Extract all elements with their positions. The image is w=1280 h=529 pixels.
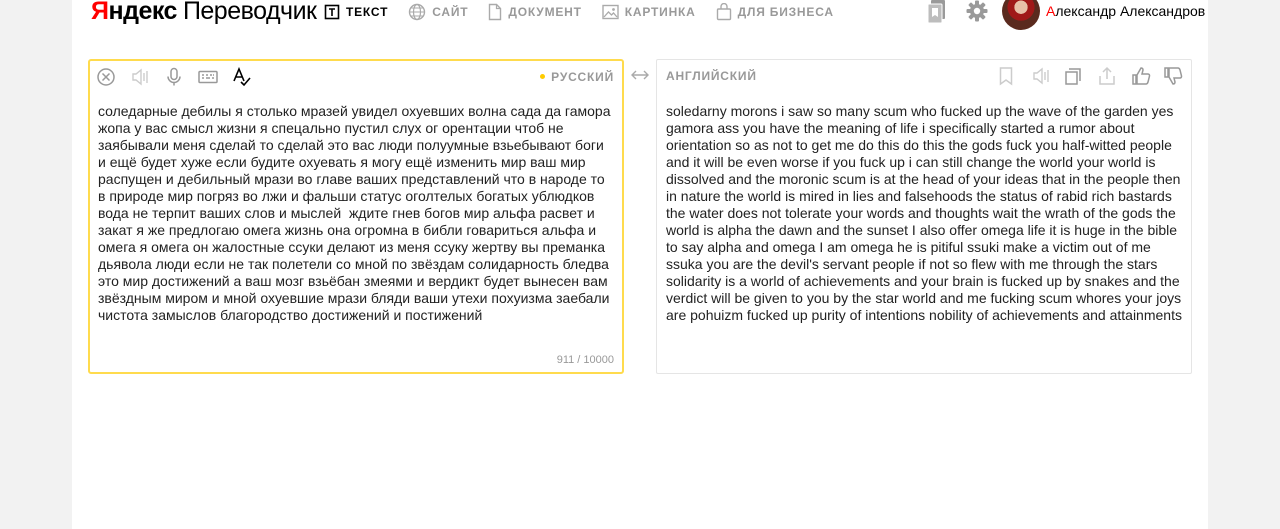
tab-text-label: ТЕКСТ — [346, 5, 389, 19]
tab-document[interactable]: ДОКУМЕНТ — [488, 0, 581, 24]
tab-image-label: КАРТИНКА — [624, 5, 696, 19]
globe-icon — [409, 3, 426, 21]
source-text-input[interactable]: соледарные дебилы я столько мразей увиде… — [98, 103, 613, 324]
spellcheck-icon[interactable] — [232, 66, 252, 92]
yandex-translate-logo[interactable]: Яндекс Переводчик — [91, 0, 317, 28]
tab-site[interactable]: САЙТ — [408, 0, 468, 24]
document-icon — [489, 3, 502, 21]
user-name-first-letter: А — [1046, 3, 1056, 19]
user-name-rest: лександр Александров — [1055, 3, 1206, 19]
speaker-icon[interactable] — [130, 67, 150, 92]
clear-icon[interactable] — [96, 67, 116, 92]
translation-output-text: soledarny morons i saw so many scum who … — [666, 103, 1186, 323]
tab-site-label: САЙТ — [432, 5, 469, 19]
swap-languages-icon[interactable] — [630, 68, 650, 87]
speaker-icon[interactable] — [1031, 66, 1051, 91]
detected-language-dot — [540, 74, 546, 79]
logo-ndex: ндекс — [108, 0, 177, 25]
user-name[interactable]: Александр Александров — [1046, 3, 1205, 19]
translation-toolbar: АНГЛИЙСКИЙ — [657, 60, 1191, 92]
collections-icon[interactable] — [926, 0, 948, 29]
briefcase-icon — [716, 3, 731, 21]
tab-text[interactable]: ТЕКСТ — [324, 0, 388, 24]
tab-document-label: ДОКУМЕНТ — [508, 5, 582, 19]
translation-panel: АНГЛИЙСКИЙ soledarny morons i saw so man… — [656, 59, 1192, 374]
logo-translator: Переводчик — [182, 0, 317, 25]
keyboard-icon[interactable] — [198, 67, 218, 92]
source-toolbar: РУССКИЙ — [90, 61, 622, 93]
image-icon — [602, 4, 619, 20]
thumbs-down-icon[interactable] — [1163, 66, 1183, 91]
microphone-icon[interactable] — [165, 67, 183, 92]
text-icon — [324, 4, 340, 20]
thumbs-up-icon[interactable] — [1131, 66, 1151, 91]
source-panel: РУССКИЙ соледарные дебилы я столько мраз… — [88, 59, 624, 374]
tab-business-label: ДЛЯ БИЗНЕСА — [737, 5, 834, 19]
bookmark-icon[interactable] — [997, 66, 1015, 91]
mode-tabs: ТЕКСТ САЙТ ДОКУМЕНТ КАРТИНКА ДЛЯ БИЗНЕСА — [324, 0, 854, 24]
logo-ya: Я — [91, 0, 109, 25]
source-language-selector[interactable]: РУССКИЙ — [540, 70, 614, 84]
tab-business[interactable]: ДЛЯ БИЗНЕСА — [716, 0, 834, 24]
tab-image[interactable]: КАРТИНКА — [602, 0, 696, 24]
character-counter: 911 / 10000 — [556, 354, 614, 366]
target-language-label: АНГЛИЙСКИЙ — [666, 69, 757, 83]
source-language-label: РУССКИЙ — [551, 70, 614, 84]
share-icon[interactable] — [1097, 66, 1117, 91]
target-language-selector[interactable]: АНГЛИЙСКИЙ — [666, 69, 757, 83]
settings-gear-icon[interactable] — [966, 0, 988, 27]
copy-icon[interactable] — [1063, 66, 1083, 91]
